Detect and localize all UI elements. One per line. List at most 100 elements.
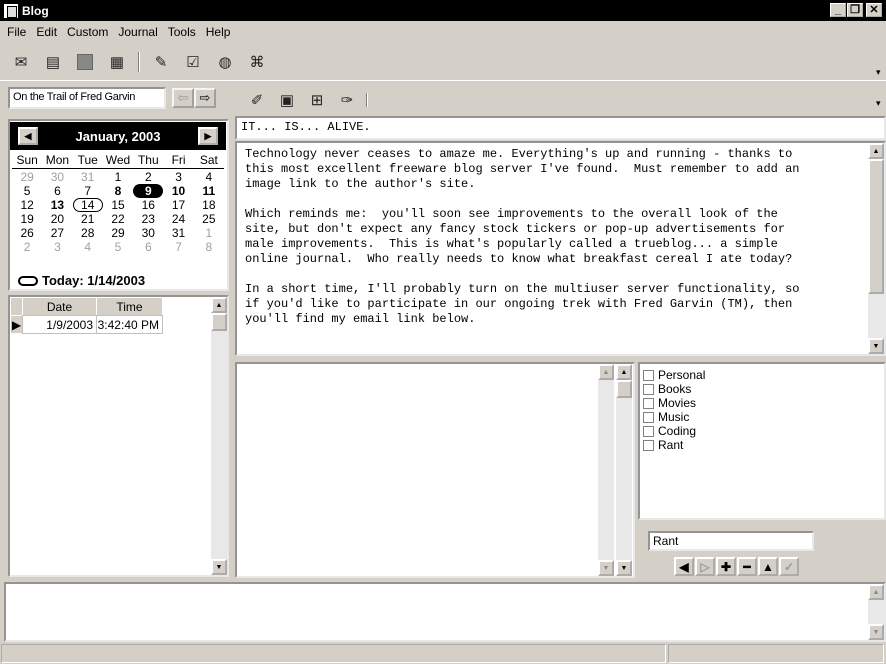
scroll-down-icon[interactable]: ▼	[868, 338, 884, 354]
category-coding[interactable]: Coding	[643, 424, 705, 438]
calendar-day[interactable]: 22	[103, 212, 133, 226]
column-header-time[interactable]: Time	[96, 297, 163, 316]
calendar-day[interactable]: 2	[133, 170, 163, 184]
open-icon[interactable]: ▤	[42, 51, 64, 73]
calendar-day[interactable]: 13	[42, 198, 72, 212]
scroll-down-icon[interactable]: ▼	[616, 560, 632, 576]
scroll-up-icon[interactable]: ▲	[616, 364, 632, 380]
add-category-icon[interactable]: ✚	[716, 557, 736, 576]
scroll-thumb[interactable]	[868, 159, 884, 294]
today-link[interactable]: Today: 1/14/2003	[18, 273, 145, 288]
calendar-day[interactable]: 30	[133, 226, 163, 240]
next-month-icon[interactable]: ▶	[197, 127, 218, 145]
calendar-day[interactable]: 27	[42, 226, 72, 240]
prev-category-icon[interactable]: ◀	[674, 557, 694, 576]
globe-icon[interactable]: ◍	[214, 51, 236, 73]
calendar-day[interactable]: 25	[194, 212, 224, 226]
calendar-day[interactable]: 7	[163, 240, 193, 254]
journal-select[interactable]: On the Trail of Fred Garvin	[8, 87, 166, 109]
move-up-category-icon[interactable]: ▲	[758, 557, 778, 576]
scroll-up-icon[interactable]: ▲	[868, 584, 884, 600]
checkbox[interactable]	[643, 383, 654, 395]
calendar-day[interactable]: 30	[42, 170, 72, 184]
category-personal[interactable]: Personal	[643, 368, 705, 382]
table-row[interactable]: ▶ 1/9/2003 3:42:40 PM	[10, 315, 163, 334]
scroll-up-icon[interactable]: ▲	[211, 297, 227, 313]
link-icon[interactable]: ✐	[246, 89, 268, 111]
calendar-day[interactable]: 21	[73, 212, 103, 226]
calendar-day[interactable]: 31	[163, 226, 193, 240]
calendar-day[interactable]: 3	[163, 170, 193, 184]
category-name-input[interactable]: Rant	[648, 531, 814, 551]
save-icon[interactable]: ▦	[106, 51, 128, 73]
scroll-thumb[interactable]	[211, 313, 227, 331]
category-rant[interactable]: Rant	[643, 438, 705, 452]
calendar-day[interactable]: 16	[133, 198, 163, 212]
image-icon[interactable]: ▣	[276, 89, 298, 111]
check-icon[interactable]: ☑	[182, 51, 204, 73]
calendar-day[interactable]: 29	[103, 226, 133, 240]
calendar-day[interactable]: 20	[42, 212, 72, 226]
calendar-day[interactable]: 8	[194, 240, 224, 254]
calendar-day[interactable]: 18	[194, 198, 224, 212]
calendar-day[interactable]: 5	[12, 184, 42, 198]
scroll-down-icon[interactable]: ▼	[598, 560, 614, 576]
calendar-day[interactable]: 14	[72, 198, 103, 212]
body-scrollbar[interactable]: ▲ ▼	[868, 143, 884, 354]
attachments-scrollbar-b[interactable]: ▲ ▼	[616, 364, 632, 576]
close-button[interactable]: ✕	[866, 3, 882, 17]
confirm-category-icon[interactable]: ✓	[779, 557, 799, 576]
scroll-down-icon[interactable]: ▼	[868, 624, 884, 640]
entry-body-text[interactable]: Technology never ceases to amaze me. Eve…	[245, 147, 865, 327]
toolbar-chevron-icon[interactable]: ▾	[876, 67, 881, 78]
bottom-scrollbar[interactable]: ▲ ▼	[868, 584, 884, 640]
category-music[interactable]: Music	[643, 410, 705, 424]
attachments-pane[interactable]: ▲ ▼ ▲ ▼	[235, 362, 635, 578]
calendar-day[interactable]: 19	[12, 212, 42, 226]
column-header-date[interactable]: Date	[22, 297, 97, 316]
calendar-day[interactable]: 31	[73, 170, 103, 184]
calendar-day[interactable]: 10	[163, 184, 193, 198]
attachments-scrollbar-a[interactable]: ▲ ▼	[598, 364, 614, 576]
category-movies[interactable]: Movies	[643, 396, 705, 410]
menu-file[interactable]: File	[2, 25, 31, 39]
table-icon[interactable]: ⊞	[306, 89, 328, 111]
maximize-button[interactable]: ❐	[847, 3, 863, 17]
checkbox[interactable]	[643, 397, 654, 409]
checkbox[interactable]	[643, 369, 654, 381]
entries-scrollbar[interactable]: ▲ ▼	[211, 297, 227, 575]
calendar-day[interactable]: 4	[194, 170, 224, 184]
checkbox[interactable]	[643, 439, 654, 451]
checkbox[interactable]	[643, 411, 654, 423]
calendar-day[interactable]: 5	[103, 240, 133, 254]
calendar-day[interactable]: 17	[163, 198, 193, 212]
menu-custom[interactable]: Custom	[62, 25, 113, 39]
entry-body-editor[interactable]: Technology never ceases to amaze me. Eve…	[235, 141, 886, 356]
calendar-day[interactable]: 1	[194, 226, 224, 240]
entry-title-field[interactable]: IT... IS... ALIVE.	[235, 116, 886, 140]
scroll-up-icon[interactable]: ▲	[868, 143, 884, 159]
scroll-up-icon[interactable]: ▲	[598, 364, 614, 380]
calendar-day[interactable]: 28	[73, 226, 103, 240]
calendar-day[interactable]: 12	[12, 198, 42, 212]
calendar-day[interactable]: 8	[103, 184, 133, 198]
calendar-day[interactable]: 26	[12, 226, 42, 240]
category-books[interactable]: Books	[643, 382, 705, 396]
scroll-thumb[interactable]	[616, 380, 632, 398]
bottom-text-pane[interactable]: ▲ ▼	[4, 582, 886, 642]
scroll-down-icon[interactable]: ▼	[211, 559, 227, 575]
calendar-day[interactable]: 11	[194, 184, 224, 198]
calendar-day[interactable]: 23	[133, 212, 163, 226]
toolbar-chevron-icon[interactable]: ▾	[876, 98, 881, 109]
remove-category-icon[interactable]: ━	[737, 557, 757, 576]
calendar-day[interactable]: 2	[12, 240, 42, 254]
calendar-day[interactable]: 15	[103, 198, 133, 212]
calendar-day[interactable]: 3	[42, 240, 72, 254]
calendar-day[interactable]: 9	[133, 184, 164, 198]
minimize-button[interactable]: _	[830, 3, 846, 17]
calendar-day[interactable]: 6	[42, 184, 72, 198]
menu-journal[interactable]: Journal	[113, 25, 162, 39]
calendar-day[interactable]: 24	[163, 212, 193, 226]
edit-icon[interactable]: ✎	[150, 51, 172, 73]
calendar-day[interactable]: 6	[133, 240, 163, 254]
